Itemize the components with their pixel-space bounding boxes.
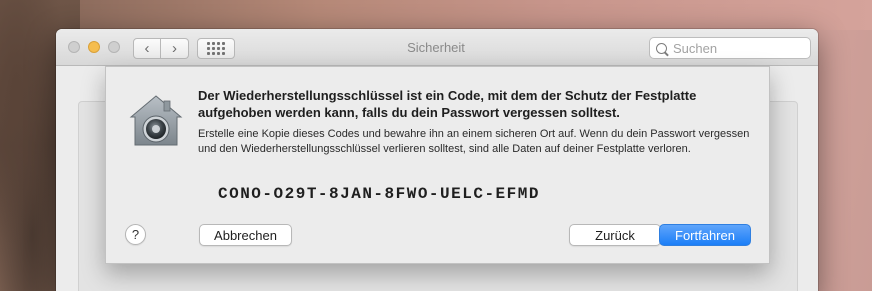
search-input[interactable] [673,40,803,56]
continue-button[interactable]: Fortfahren [659,224,751,246]
recovery-key-sheet: Der Wiederherstellungsschlüssel ist ein … [105,66,770,264]
close-window-button[interactable] [68,41,80,53]
show-all-button[interactable] [197,38,235,59]
grid-icon [207,42,225,55]
sheet-headline: Der Wiederherstellungsschlüssel ist ein … [198,88,697,120]
forward-button[interactable]: › [161,38,189,59]
back-sheet-button[interactable]: Zurück [569,224,661,246]
help-button[interactable]: ? [125,224,146,245]
filevault-lock-icon [129,95,183,146]
minimize-window-button[interactable] [88,41,100,53]
search-icon [656,42,667,54]
chevron-left-icon: ‹ [144,40,150,57]
desktop-wallpaper [80,0,872,30]
chevron-right-icon: › [172,40,177,57]
search-field[interactable] [649,37,811,59]
back-button[interactable]: ‹ [133,38,161,59]
zoom-window-button[interactable] [108,41,120,53]
sheet-description: Erstelle eine Kopie dieses Codes und bew… [198,128,750,155]
titlebar: ‹ › Sicherheit [56,29,818,66]
cancel-button[interactable]: Abbrechen [199,224,292,246]
window-title: Sicherheit [407,40,465,55]
recovery-key-code: CONO-O29T-8JAN-8FWO-UELC-EFMD [218,185,540,203]
